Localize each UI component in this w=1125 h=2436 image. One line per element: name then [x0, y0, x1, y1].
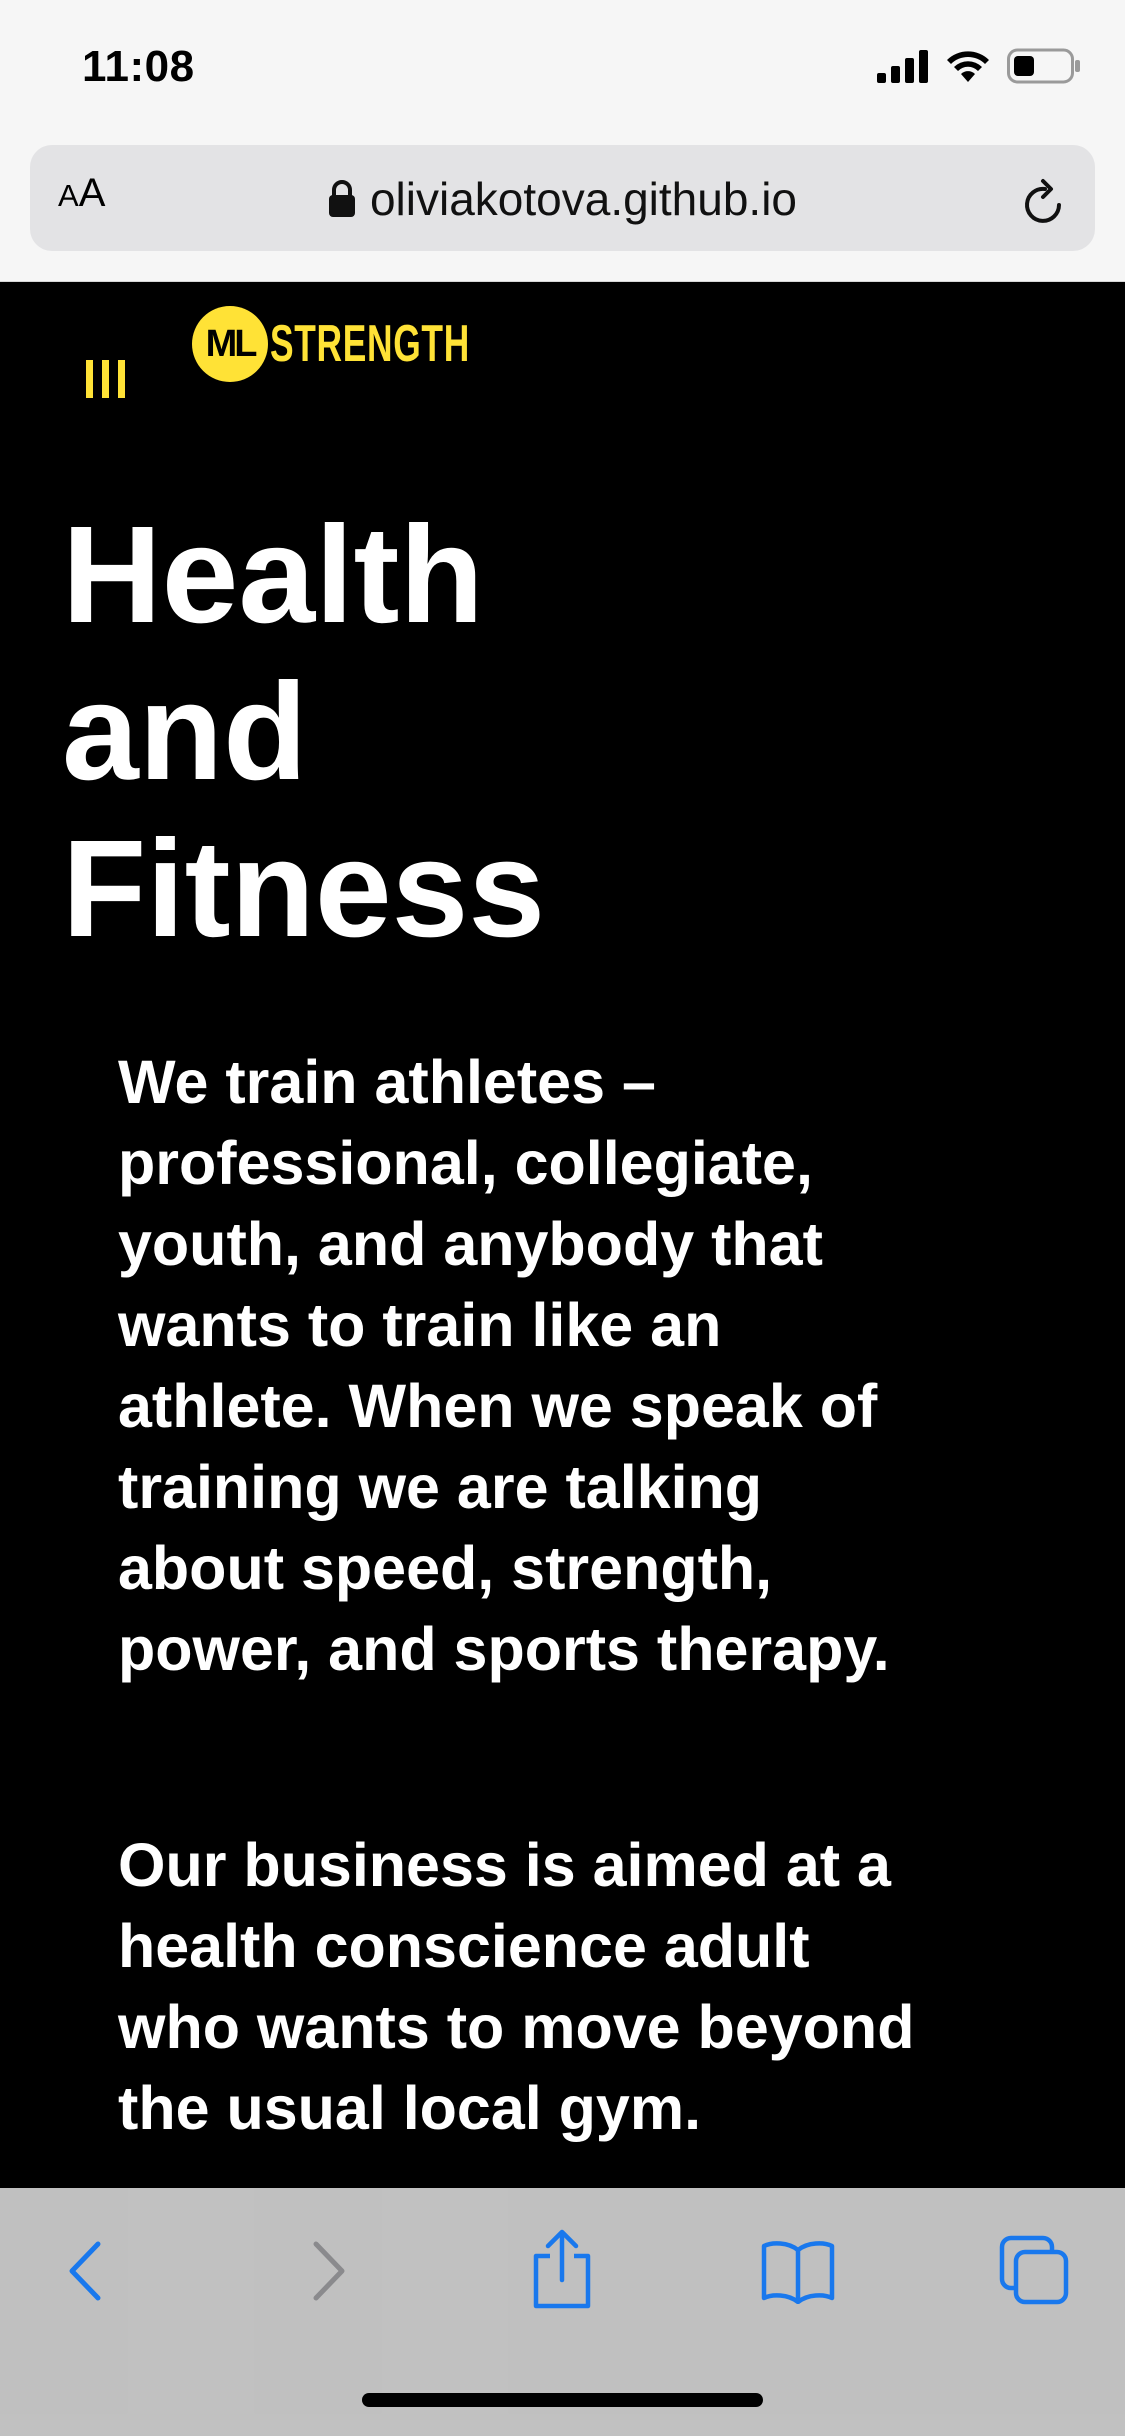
hero-title-line: and	[62, 655, 308, 809]
bookmarks-icon[interactable]	[760, 2240, 836, 2304]
menu-icon[interactable]	[86, 360, 125, 398]
address-bar[interactable]: AA oliviakotova.github.io	[30, 145, 1095, 251]
wifi-icon	[947, 51, 989, 82]
share-icon[interactable]	[528, 2228, 596, 2310]
status-time: 11:08	[82, 42, 195, 91]
hero-title-line: Health	[62, 498, 484, 652]
site-logo[interactable]: ML STRENGTH	[192, 306, 564, 382]
back-icon[interactable]	[62, 2236, 112, 2306]
business-paragraph: Our business is aimed at a health consci…	[118, 1831, 915, 2142]
home-indicator	[362, 2393, 763, 2407]
hero-title-line: Fitness	[62, 812, 546, 966]
intro-paragraph: We train athletes – professional, colleg…	[118, 1048, 890, 1683]
url-display[interactable]: oliviakotova.github.io	[30, 172, 1095, 226]
url-text: oliviakotova.github.io	[369, 173, 798, 225]
battery-icon	[1007, 48, 1080, 84]
hero-title: Health and Fitness	[62, 497, 662, 968]
forward-icon[interactable]	[304, 2236, 354, 2306]
browser-toolbar: AA oliviakotova.github.io	[0, 135, 1125, 282]
logo-wordmark: STRENGTH	[270, 315, 470, 373]
logo-mark: ML	[192, 306, 268, 382]
reload-icon[interactable]	[1021, 175, 1069, 227]
tabs-icon[interactable]	[998, 2234, 1070, 2306]
web-page: ML STRENGTH Health and Fitness We train …	[0, 282, 1125, 2188]
status-bar: 11:08	[0, 0, 1125, 135]
signal-icon	[877, 50, 928, 83]
lock-icon	[328, 180, 355, 217]
status-icons	[877, 48, 1081, 84]
